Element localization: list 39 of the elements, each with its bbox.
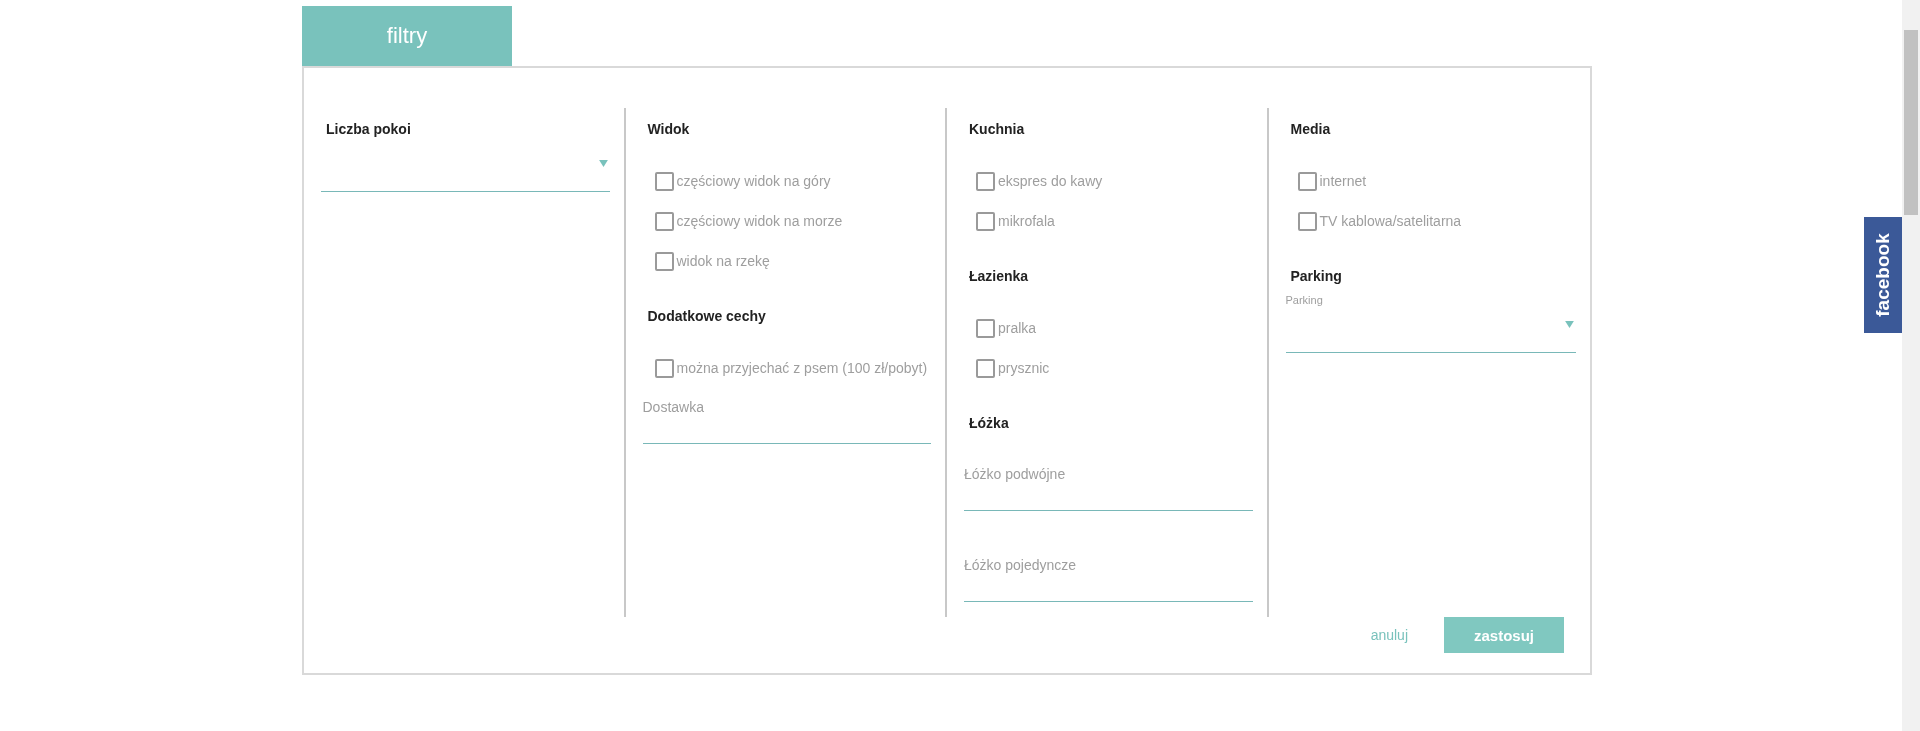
checkbox[interactable] bbox=[1297, 211, 1317, 231]
checkbox-label: częściowy widok na morze bbox=[676, 213, 843, 229]
checkbox-label: częściowy widok na góry bbox=[676, 173, 831, 189]
facebook-side-tab[interactable]: facebook bbox=[1864, 217, 1902, 333]
checkbox[interactable] bbox=[654, 251, 674, 271]
checkbox-label: widok na rzekę bbox=[676, 253, 770, 269]
checkbox-label: można przyjechać z psem (100 zł/pobyt) bbox=[676, 360, 928, 376]
checkbox-label: internet bbox=[1319, 173, 1367, 189]
checkbox-label: mikrofala bbox=[998, 213, 1055, 229]
input-field[interactable]: Łóżko pojedyncze bbox=[964, 556, 1253, 602]
checkbox[interactable] bbox=[976, 211, 995, 231]
checkbox[interactable] bbox=[654, 171, 674, 191]
section-heading: Parking bbox=[1289, 267, 1343, 286]
checkbox[interactable] bbox=[976, 171, 995, 191]
input-field[interactable]: Łóżko podwójne bbox=[964, 465, 1253, 511]
section-heading: Łóżka bbox=[968, 414, 1010, 433]
section-heading: Widok bbox=[646, 120, 691, 139]
select-label: Parking bbox=[1285, 293, 1324, 307]
section-heading: Kuchnia bbox=[968, 120, 1026, 139]
section-heading: Media bbox=[1289, 120, 1332, 139]
section-heading: Łazienka bbox=[968, 267, 1030, 286]
checkbox[interactable] bbox=[976, 358, 995, 378]
checkbox-label: pralka bbox=[998, 320, 1037, 336]
checkbox[interactable] bbox=[976, 318, 995, 338]
checkbox-label: prysznic bbox=[998, 360, 1050, 376]
caret-icon bbox=[1565, 321, 1574, 328]
apply-button[interactable]: zastosuj bbox=[1444, 617, 1564, 653]
caret-icon bbox=[598, 160, 608, 167]
checkbox-label: TV kablowa/satelitarna bbox=[1319, 213, 1462, 229]
input-field[interactable]: Dostawka bbox=[642, 398, 931, 444]
checkbox-label: ekspres do kawy bbox=[998, 173, 1103, 189]
checkbox[interactable] bbox=[1297, 171, 1317, 191]
scrollbar[interactable] bbox=[1902, 0, 1920, 731]
cancel-link[interactable]: anuluj bbox=[1370, 627, 1408, 643]
section-heading: Dodatkowe cechy bbox=[646, 307, 767, 326]
checkbox[interactable] bbox=[654, 358, 674, 378]
section-heading: Liczba pokoi bbox=[325, 120, 412, 139]
filter-tab[interactable]: filtry bbox=[302, 6, 512, 66]
checkbox[interactable] bbox=[654, 211, 674, 231]
